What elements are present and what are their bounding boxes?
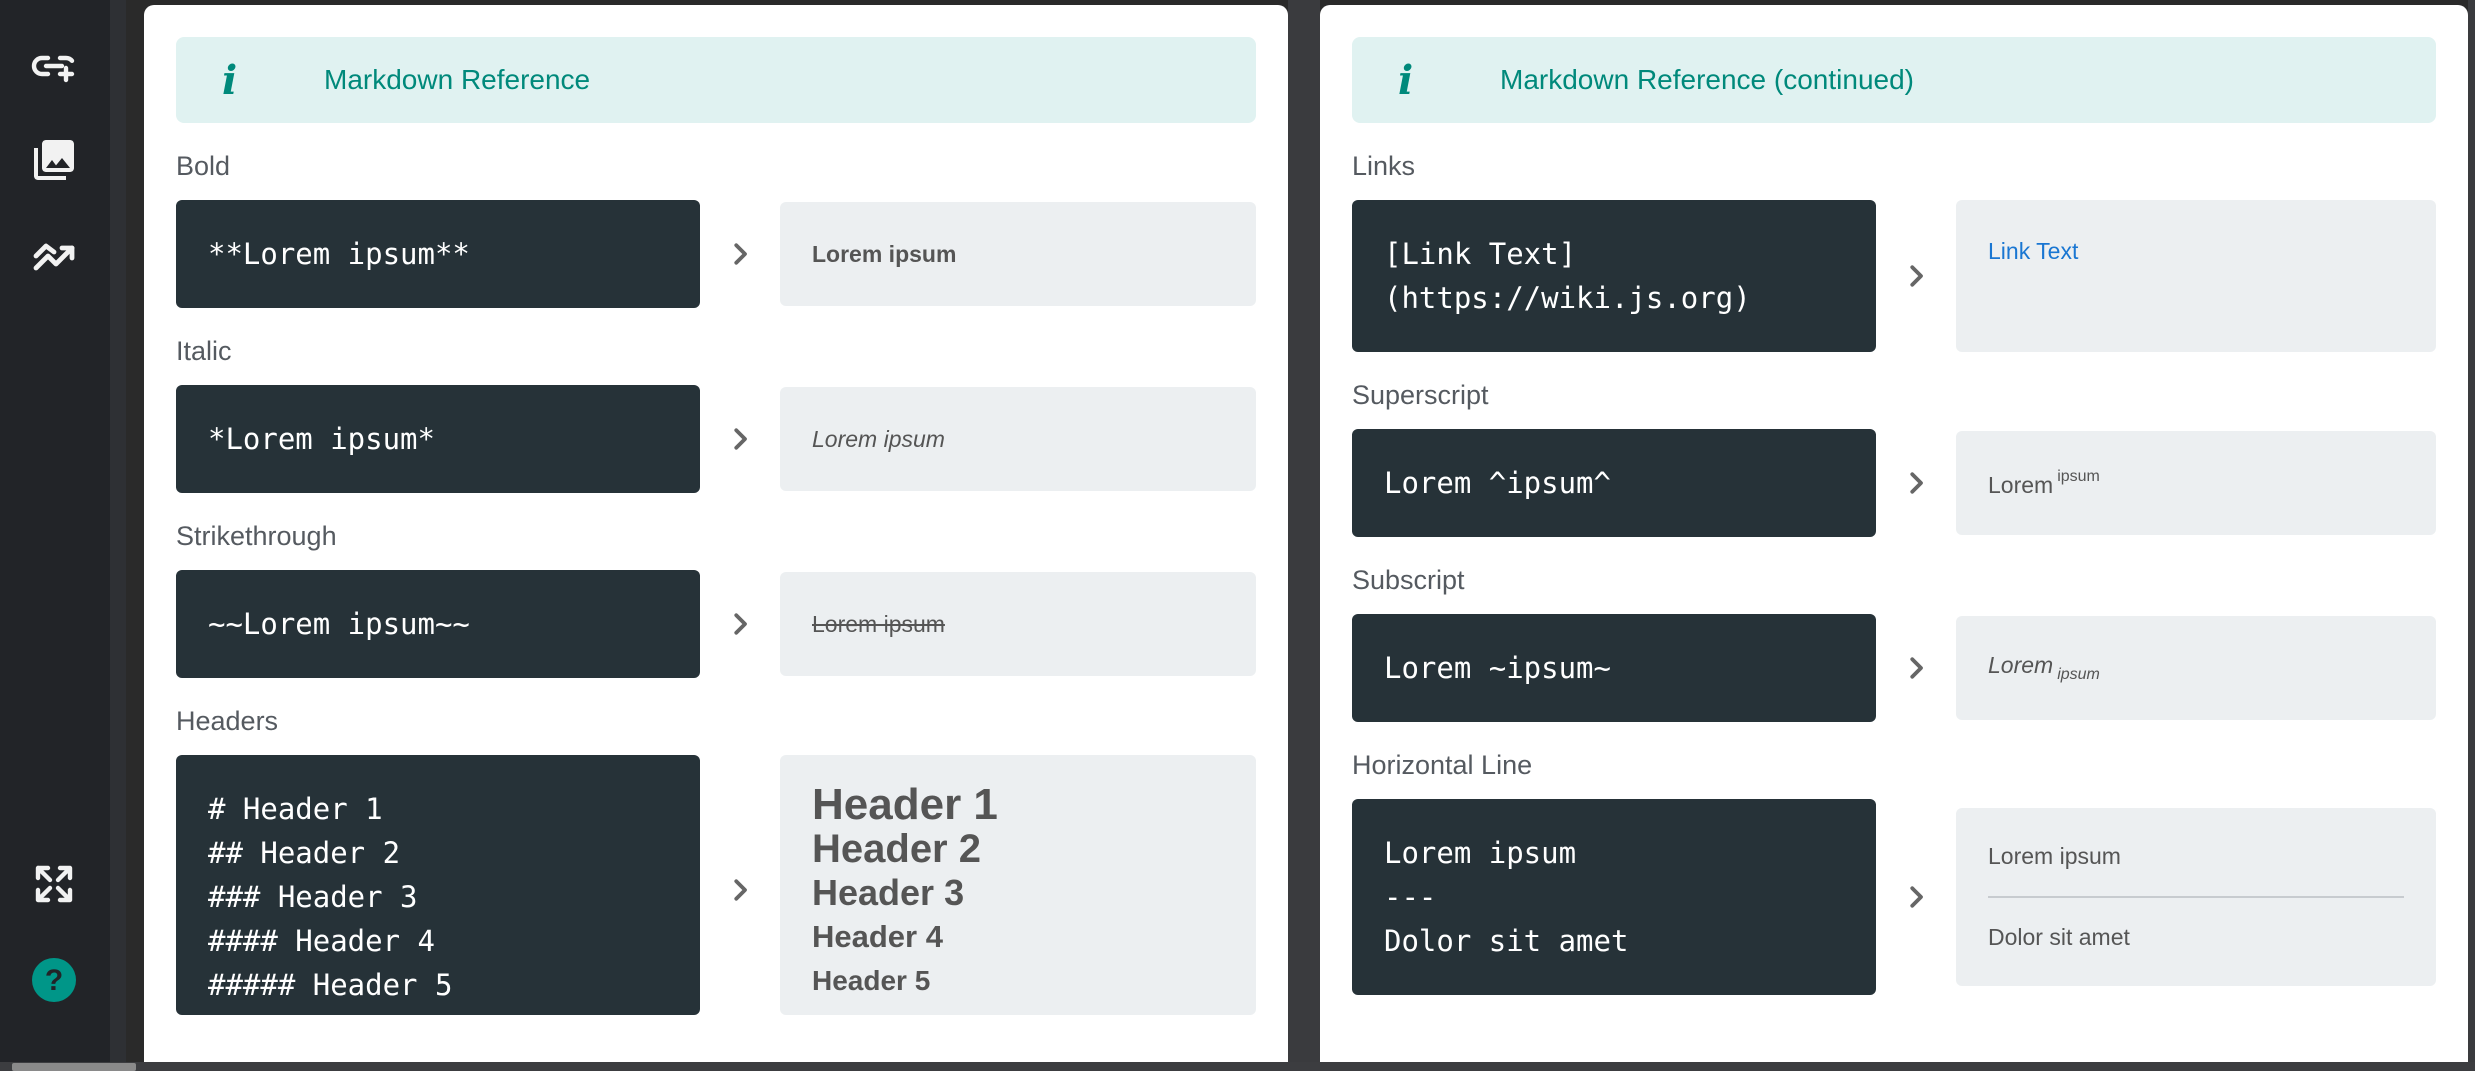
chevron-right-icon — [1876, 468, 1956, 498]
rendered-link[interactable]: Link Text — [1988, 238, 2404, 265]
link-plus-icon[interactable] — [22, 34, 86, 98]
banner-title: Markdown Reference — [324, 64, 591, 95]
section-label-italic: Italic — [176, 336, 232, 366]
rendered-result: Lorem ipsum — [1956, 431, 2436, 535]
chevron-right-icon — [700, 424, 780, 454]
italic-example-row: *Lorem ipsum* Lorem ipsum — [176, 385, 1256, 493]
section-label-strikethrough: Strikethrough — [176, 521, 337, 551]
rendered-result: Link Text — [1956, 200, 2436, 352]
rendered-result: Lorem ipsum Dolor sit amet — [1956, 808, 2436, 986]
help-icon[interactable]: ? — [22, 948, 86, 1012]
rendered-result: Lorem ipsum — [780, 387, 1256, 491]
strikethrough-example-row: ~~Lorem ipsum~~ Lorem ipsum — [176, 570, 1256, 678]
editor-sidebar: ? — [0, 0, 110, 1071]
chevron-right-icon — [700, 609, 780, 639]
chevron-right-icon — [700, 239, 780, 269]
code-sample: [Link Text] (https://wiki.js.org) — [1352, 200, 1876, 352]
panel-divider — [1288, 0, 1320, 1071]
rendered-header-4: Header 4 — [812, 919, 943, 954]
section-label-horizontal-line: Horizontal Line — [1352, 750, 1533, 780]
section-label-headers: Headers — [176, 706, 279, 736]
rendered-text-bottom: Dolor sit amet — [1988, 924, 2130, 950]
code-sample: # Header 1 ## Header 2 ### Header 3 ####… — [176, 755, 700, 1015]
rendered-header-3: Header 3 — [812, 872, 965, 913]
code-sample: **Lorem ipsum** — [176, 200, 700, 308]
subscript-example-row: Lorem ~ipsum~ Lorem ipsum — [1352, 614, 2436, 722]
section-label-bold: Bold — [176, 151, 231, 181]
info-icon: i — [1398, 56, 1414, 104]
image-gallery-icon[interactable] — [22, 128, 86, 192]
rendered-header-5: Header 5 — [812, 965, 931, 996]
rendered-result: Header 1 Header 2 Header 3 Header 4 Head… — [780, 755, 1256, 1015]
info-banner: i Markdown Reference — [176, 37, 1256, 123]
scrollbar-thumb[interactable] — [12, 1063, 136, 1071]
links-example-row: [Link Text] (https://wiki.js.org) Link T… — [1352, 200, 2436, 352]
headers-example-row: # Header 1 ## Header 2 ### Header 3 ####… — [176, 755, 1256, 1015]
svg-text:?: ? — [45, 964, 63, 997]
code-sample: Lorem ~ipsum~ — [1352, 614, 1876, 722]
rendered-result: Lorem ipsum — [1956, 616, 2436, 720]
rendered-text-top: Lorem ipsum — [1988, 843, 2121, 869]
superscript-example-row: Lorem ^ipsum^ Lorem ipsum — [1352, 429, 2436, 537]
code-sample: Lorem ^ipsum^ — [1352, 429, 1876, 537]
section-label-subscript: Subscript — [1352, 565, 1465, 595]
window-edge — [2468, 0, 2475, 1071]
sidebar-gutter — [110, 0, 126, 1071]
chevron-right-icon — [1876, 261, 1956, 291]
code-sample: ~~Lorem ipsum~~ — [176, 570, 700, 678]
trend-chart-icon[interactable] — [22, 224, 86, 288]
rendered-text: Lorem — [1988, 652, 2054, 678]
horizontal-scrollbar[interactable] — [0, 1062, 2475, 1071]
markdown-reference-panel: i Markdown Reference Bold **Lorem ipsum*… — [144, 5, 1288, 1071]
code-sample: *Lorem ipsum* — [176, 385, 700, 493]
fullscreen-icon[interactable] — [22, 852, 86, 916]
bold-example-row: **Lorem ipsum** Lorem ipsum — [176, 200, 1256, 308]
chevron-right-icon — [1876, 882, 1956, 912]
markdown-reference-continued-panel: i Markdown Reference (continued) Links [… — [1320, 5, 2468, 1071]
banner-title: Markdown Reference (continued) — [1500, 64, 1914, 95]
code-sample: Lorem ipsum --- Dolor sit amet — [1352, 799, 1876, 995]
chevron-right-icon — [1876, 653, 1956, 683]
section-label-links: Links — [1352, 151, 1416, 181]
rendered-header-1: Header 1 — [812, 780, 998, 829]
rendered-subscript: ipsum — [2057, 666, 2100, 683]
rendered-result: Lorem ipsum — [780, 202, 1256, 306]
rendered-result: Lorem ipsum — [780, 572, 1256, 676]
horizontal-line-example-row: Lorem ipsum --- Dolor sit amet Lorem ips… — [1352, 799, 2436, 995]
rendered-text: Lorem — [1988, 471, 2054, 498]
chevron-right-icon — [700, 755, 780, 1015]
rendered-header-2: Header 2 — [812, 827, 981, 871]
section-label-superscript: Superscript — [1352, 380, 1489, 410]
rendered-superscript: ipsum — [2057, 467, 2100, 485]
info-banner: i Markdown Reference (continued) — [1352, 37, 2436, 123]
rendered-horizontal-rule — [1988, 896, 2404, 898]
info-icon: i — [222, 56, 238, 104]
